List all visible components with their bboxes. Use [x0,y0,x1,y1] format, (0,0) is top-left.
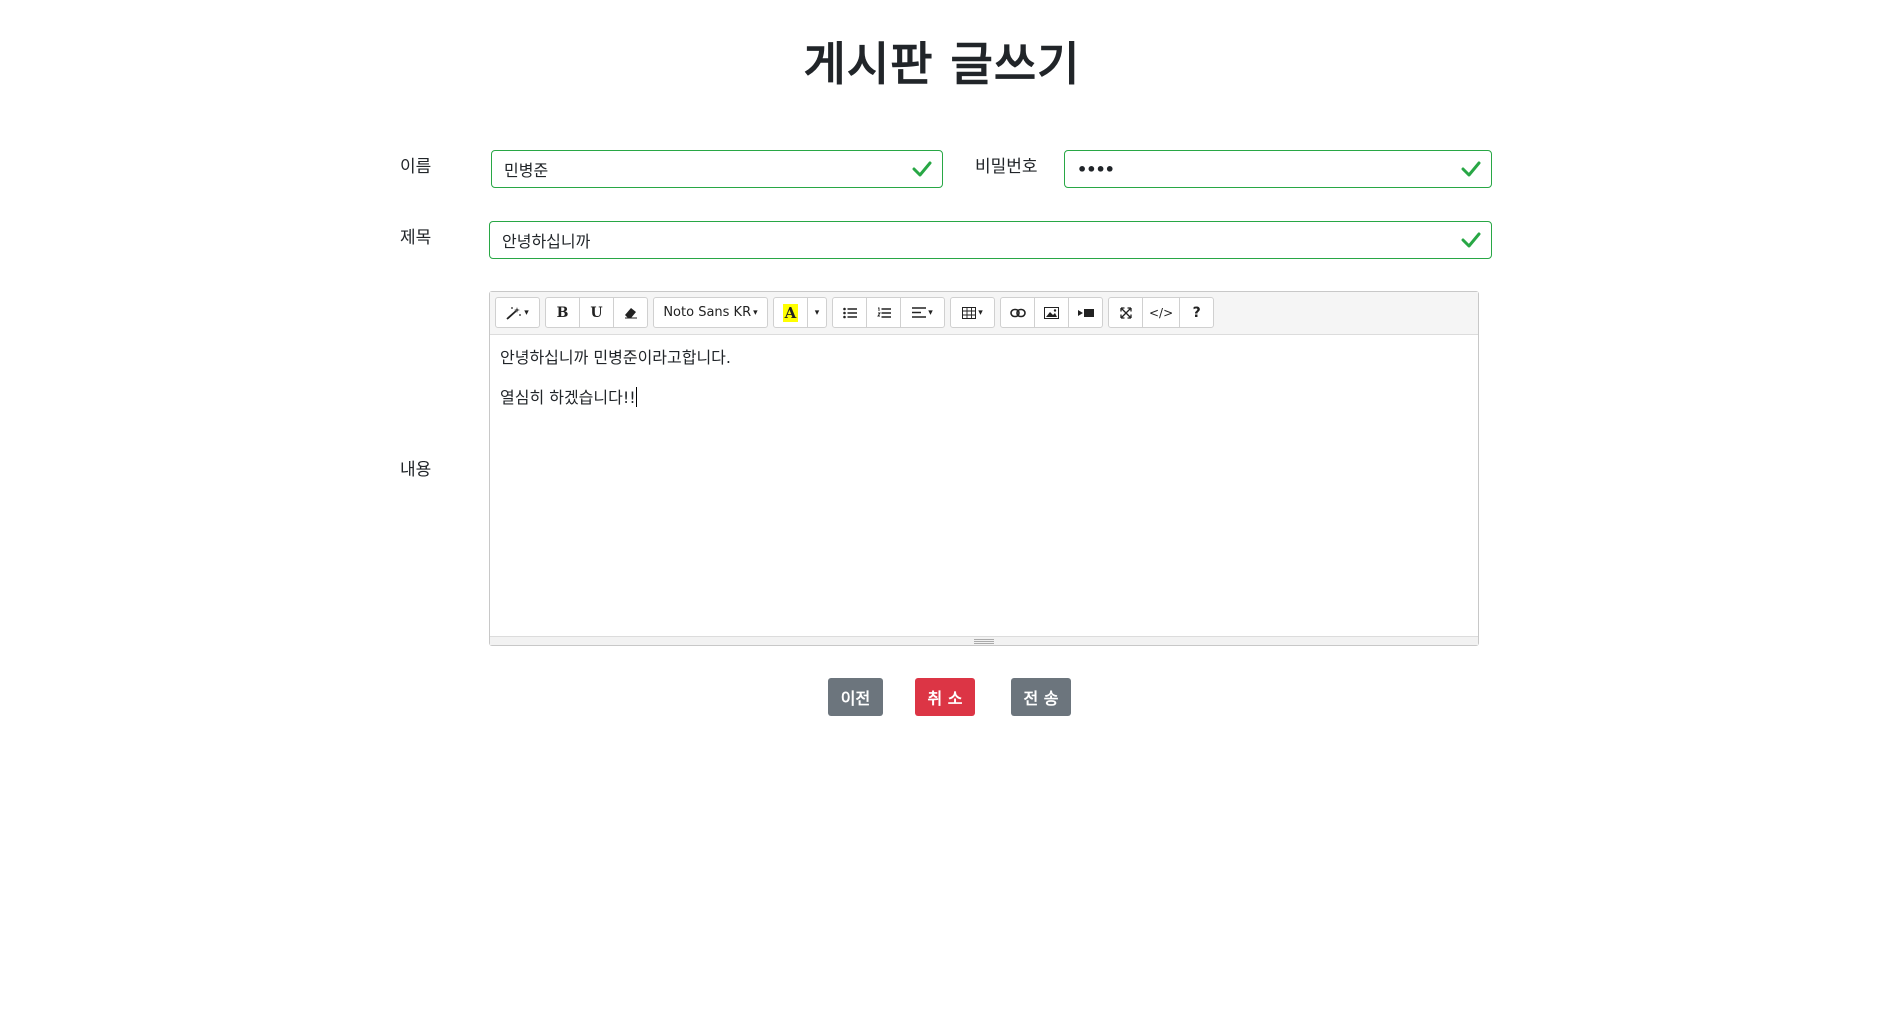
video-button[interactable] [1068,297,1103,328]
bulleted-list-icon [842,307,857,318]
editor-content[interactable]: 안녕하십니까 민병준이라고합니다. 열심히 하겠습니다!! [490,335,1478,636]
style-button[interactable]: ▾ [495,297,540,328]
editor-resize-bar[interactable] [490,636,1478,645]
clear-format-button[interactable] [613,297,648,328]
font-name-group: Noto Sans KR ▾ [653,297,768,328]
link-icon [1009,308,1026,317]
underline-button[interactable]: U [579,297,614,328]
subject-value: 안녕하십니까 [502,232,591,251]
password-input[interactable]: •••• [1064,150,1492,188]
underline-label: U [590,304,603,321]
numbered-list-icon [876,307,891,318]
color-dropdown-button[interactable]: ▾ [807,297,827,328]
prev-button[interactable]: 이전 [828,678,883,716]
content-line: 열심히 하겠습니다!! [500,388,636,407]
subject-input[interactable]: 안녕하십니까 [489,221,1492,259]
subject-label: 제목 [400,228,432,248]
align-left-icon [912,307,927,318]
help-button[interactable]: ? [1179,297,1215,328]
list-group: ▾ [832,297,945,328]
unordered-list-button[interactable] [832,297,867,328]
eraser-icon [624,307,637,318]
name-input[interactable]: 민병준 [491,150,943,188]
font-name-dropdown[interactable]: Noto Sans KR ▾ [653,297,768,328]
fullscreen-icon [1119,306,1132,319]
text-cursor [635,387,637,407]
color-label: A [782,303,799,322]
bold-button[interactable]: B [545,297,580,328]
chevron-down-icon: ▾ [814,307,820,318]
color-group: A ▾ [773,297,827,328]
name-value: 민병준 [504,161,549,180]
table-icon [962,306,977,319]
insert-group [1000,297,1103,328]
chevron-down-icon: ▾ [524,307,529,318]
table-group: ▾ [950,297,995,328]
font-name-value: Noto Sans KR [663,305,752,320]
rich-text-editor: ▾ B U Noto Sans KR ▾ A ▾ ▾ ▾ </> ? 안녕하십니… [489,291,1479,646]
chevron-down-icon: ▾ [978,307,983,318]
recent-color-button[interactable]: A [773,297,808,328]
picture-button[interactable] [1034,297,1069,328]
name-label: 이름 [400,157,432,177]
check-icon [1461,232,1481,248]
font-style-group: B U [545,297,648,328]
password-label: 비밀번호 [975,157,1038,177]
table-button[interactable]: ▾ [950,297,995,328]
magic-wand-icon [506,306,522,320]
style-group: ▾ [495,297,540,328]
chevron-down-icon: ▾ [753,307,758,318]
page-title: 게시판 글쓰기 [803,37,1081,91]
submit-button[interactable]: 전 송 [1011,678,1071,716]
resize-grip-icon [974,638,994,644]
video-icon [1077,308,1094,317]
check-icon [912,161,932,177]
chevron-down-icon: ▾ [928,307,933,318]
editor-toolbar: ▾ B U Noto Sans KR ▾ A ▾ ▾ ▾ </> ? [490,292,1478,335]
check-icon [1461,161,1481,177]
picture-icon [1044,306,1059,319]
codeview-button[interactable]: </> [1142,297,1181,328]
codeview-label: </> [1149,305,1174,320]
bold-label: B [556,304,569,321]
password-value: •••• [1077,159,1115,179]
paragraph-button[interactable]: ▾ [900,297,945,328]
content-line: 안녕하십니까 민병준이라고합니다. [500,348,731,367]
cancel-button[interactable]: 취 소 [915,678,975,716]
fullscreen-button[interactable] [1108,297,1143,328]
ordered-list-button[interactable] [866,297,901,328]
link-button[interactable] [1000,297,1035,328]
view-group: </> ? [1108,297,1215,328]
help-label: ? [1192,304,1201,321]
content-label: 내용 [400,460,432,480]
